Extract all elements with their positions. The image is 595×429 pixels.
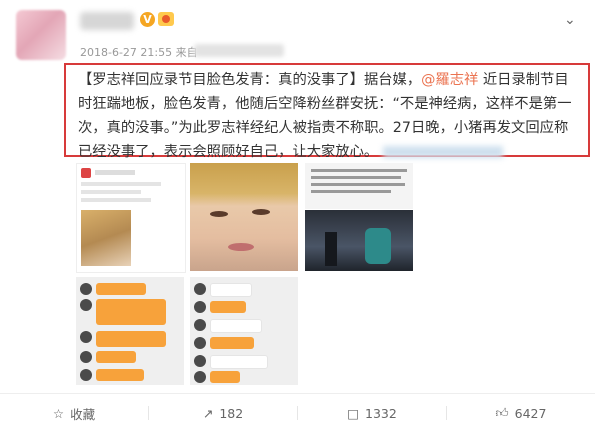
star-icon: ☆ (52, 405, 65, 421)
member-level-icon (158, 12, 174, 26)
favorite-label: 收藏 (70, 406, 96, 422)
verified-badge-icon: V (140, 12, 155, 27)
divider (0, 393, 595, 394)
image-thumb-5[interactable] (190, 277, 298, 385)
thumbs-up-icon: 👍︎ (495, 405, 509, 420)
comment-icon: □ (347, 405, 359, 421)
avatar[interactable] (16, 10, 66, 60)
repost-icon: ↗ (202, 405, 214, 421)
image-thumb-3b[interactable] (305, 210, 413, 271)
headline: 【罗志祥回应录节目脸色发青：真的没事了】 (78, 72, 364, 88)
blurred-link (382, 146, 503, 158)
image-thumb-1[interactable] (76, 163, 186, 273)
post-timestamp[interactable]: 2018-6-27 21:55 来自 (80, 44, 198, 60)
username-blurred[interactable] (80, 12, 134, 30)
source-blurred (194, 44, 284, 57)
image-thumb-2[interactable] (190, 163, 298, 271)
text-seg1: 据台媒， (363, 72, 422, 88)
favorite-button[interactable]: ☆ 收藏 (0, 401, 148, 425)
post-text-highlight: 【罗志祥回应录节目脸色发青：真的没事了】据台媒，@羅志祥 近日录制节目时狂踹地板… (64, 63, 590, 160)
chevron-down-icon[interactable]: ⌄ (564, 12, 576, 28)
mention-link[interactable]: @羅志祥 (421, 72, 478, 88)
image-thumb-3[interactable] (305, 163, 413, 209)
comment-count: 1332 (365, 405, 397, 421)
repost-count: 182 (219, 405, 244, 421)
image-thumb-4[interactable] (76, 277, 184, 385)
repost-button[interactable]: ↗ 182 (149, 401, 297, 425)
comment-button[interactable]: □ 1332 (298, 401, 446, 425)
like-button[interactable]: 👍︎ 6427 (447, 401, 595, 425)
like-count: 6427 (514, 405, 547, 421)
